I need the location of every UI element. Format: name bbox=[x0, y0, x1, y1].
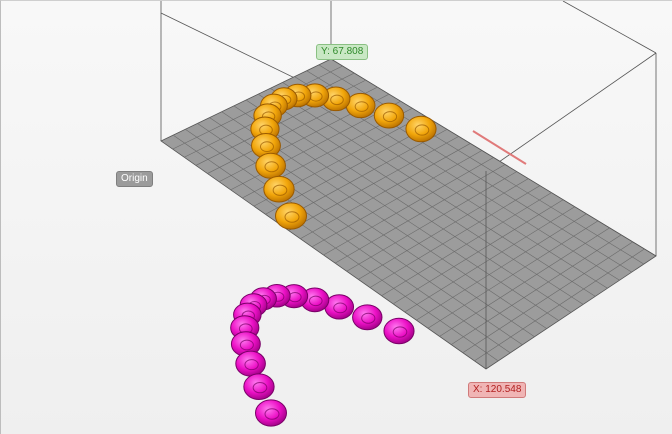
tooth bbox=[352, 304, 383, 331]
tooth bbox=[274, 202, 308, 230]
tooth bbox=[373, 102, 405, 129]
tooth bbox=[383, 317, 415, 345]
tooth bbox=[255, 152, 286, 179]
tooth bbox=[243, 373, 275, 400]
y-axis-dimension-label: Y: 67.808 bbox=[316, 44, 369, 60]
tooth bbox=[235, 350, 266, 377]
tooth bbox=[254, 399, 288, 427]
scene-canvas[interactable] bbox=[1, 1, 672, 434]
tooth bbox=[263, 175, 295, 203]
tooth bbox=[345, 92, 376, 119]
lower-aligner-model[interactable] bbox=[230, 284, 415, 427]
x-axis-dimension-label: X: 120.548 bbox=[468, 382, 527, 398]
3d-viewport[interactable]: Origin Y: 67.808 X: 120.548 bbox=[0, 0, 672, 434]
tooth bbox=[405, 115, 437, 143]
origin-label: Origin bbox=[116, 171, 153, 187]
